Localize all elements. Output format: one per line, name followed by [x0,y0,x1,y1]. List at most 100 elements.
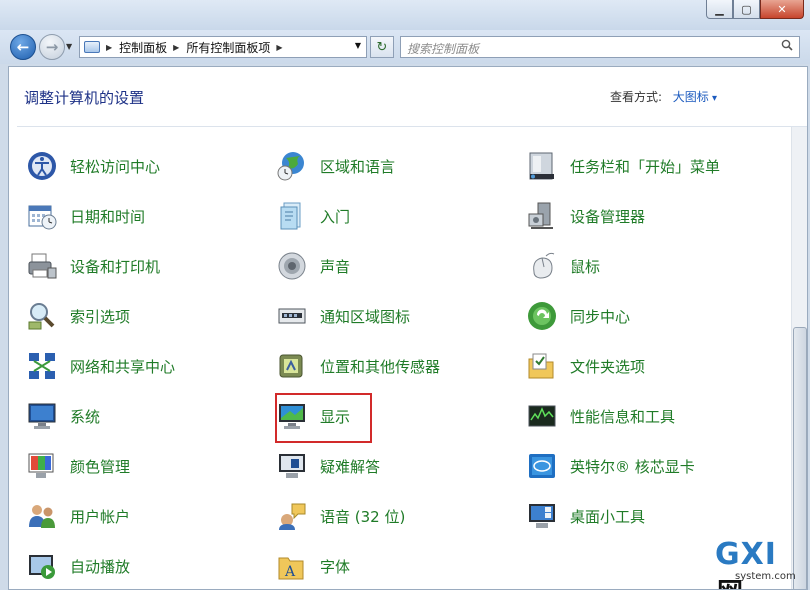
arrow-left-icon: ← [16,38,30,56]
item-label: 性能信息和工具 [570,407,676,426]
arrow-right-icon: → [45,38,59,56]
maximize-icon: ▢ [741,2,752,16]
printer-icon [28,253,57,279]
forward-button[interactable]: → [39,34,65,60]
watermark: GXI网 system.com [709,537,801,589]
item-system[interactable]: 系统 [26,399,266,433]
refresh-icon: ↻ [376,39,388,55]
item-getting-started[interactable]: 入门 [276,199,516,233]
mouse-icon [533,252,555,279]
item-intel-graphics[interactable]: 英特尔® 核芯显卡 [526,449,766,483]
item-sound[interactable]: 声音 [276,249,516,283]
item-troubleshooting[interactable]: 疑难解答 [276,449,516,483]
item-label: 设备和打印机 [70,257,161,276]
control-panel-icon [84,41,100,53]
item-label: 鼠标 [570,257,601,276]
item-region-language[interactable]: 区域和语言 [276,149,516,183]
fonts-icon: A [278,557,304,580]
notification-tray-icon [278,308,306,324]
watermark-brand: GXI [715,537,777,572]
item-speech[interactable]: 语音 (32 位) [276,499,516,533]
item-label: 系统 [70,407,101,426]
item-performance[interactable]: 性能信息和工具 [526,399,766,433]
item-label: 任务栏和「开始」菜单 [570,157,721,176]
folder-options-icon [528,353,554,379]
performance-icon [528,405,556,427]
item-notification-area-icons[interactable]: 通知区域图标 [276,299,516,333]
view-by-label: 查看方式: [609,90,662,104]
item-date-time[interactable]: 日期和时间 [26,199,266,233]
sensor-icon [279,354,303,378]
breadcrumb-control-panel[interactable]: 控制面板 [119,39,167,56]
speaker-icon [278,252,306,280]
close-button[interactable]: ✕ [760,0,804,19]
item-sync-center[interactable]: 同步中心 [526,299,766,333]
item-label: 文件夹选项 [570,357,646,376]
item-label: 日期和时间 [70,207,146,226]
item-user-accounts[interactable]: 用户帐户 [26,499,266,533]
breadcrumb-chevron-icon[interactable]: ▶ [106,43,112,52]
maximize-button[interactable]: ▢ [733,0,760,19]
device-manager-icon [528,202,553,229]
navigation-bar: ← → ▼ ▶ 控制面板 ▶ 所有控制面板项 ▶ ▼ ↻ 搜索控制面板 [0,30,810,64]
item-network-sharing-center[interactable]: 网络和共享中心 [26,349,266,383]
item-color-management[interactable]: 颜色管理 [26,449,266,483]
back-button[interactable]: ← [10,34,36,60]
title-bar: ▁ ▢ ✕ [0,0,810,30]
item-label: 声音 [320,257,351,276]
item-label: 颜色管理 [70,457,131,476]
item-devices-printers[interactable]: 设备和打印机 [26,249,266,283]
getting-started-icon [280,202,301,230]
item-location-sensors[interactable]: 位置和其他传感器 [276,349,516,383]
item-label: 用户帐户 [70,507,131,526]
color-management-icon [28,453,54,478]
item-indexing-options[interactable]: 索引选项 [26,299,266,333]
item-label: 索引选项 [70,307,131,326]
item-label: 设备管理器 [570,207,646,226]
vertical-scrollbar[interactable] [791,127,807,589]
intel-graphics-icon [529,454,555,478]
item-label: 入门 [320,207,351,226]
item-label: 桌面小工具 [570,507,646,526]
item-desktop-gadgets[interactable]: 桌面小工具 [526,499,766,533]
item-label: 网络和共享中心 [70,357,176,376]
speech-icon [279,503,306,530]
window-controls: ▁ ▢ ✕ [706,0,804,19]
item-label: 英特尔® 核芯显卡 [570,457,695,476]
search-input[interactable]: 搜索控制面板 [400,36,800,58]
item-mouse[interactable]: 鼠标 [526,249,766,283]
search-placeholder: 搜索控制面板 [407,42,480,56]
sync-icon [528,302,556,330]
item-ease-of-access[interactable]: 轻松访问中心 [26,149,266,183]
breadcrumb-chevron-icon[interactable]: ▶ [276,43,282,52]
watermark-domain: system.com [735,571,796,582]
ease-of-access-icon [28,152,56,180]
address-bar[interactable]: ▶ 控制面板 ▶ 所有控制面板项 ▶ ▼ [79,36,367,58]
view-mode-dropdown[interactable]: 大图标 [673,88,717,105]
breadcrumb-chevron-icon[interactable]: ▶ [173,43,179,52]
troubleshooting-icon [279,454,305,478]
refresh-button[interactable]: ↻ [370,36,394,58]
autoplay-icon [29,555,55,579]
item-fonts[interactable]: A 字体 [276,549,516,583]
search-icon[interactable] [781,39,793,51]
item-autoplay[interactable]: 自动播放 [26,549,266,583]
display-highlight-box [275,393,372,443]
control-panel-content: 调整计算机的设置 查看方式: 大图标 轻松访问中心 区域和语言 任务栏和「开始」… [8,66,808,590]
close-icon: ✕ [777,2,787,16]
breadcrumb-all-items[interactable]: 所有控制面板项 [186,39,270,56]
item-folder-options[interactable]: 文件夹选项 [526,349,766,383]
item-label: 轻松访问中心 [70,157,161,176]
item-taskbar-start-menu[interactable]: 任务栏和「开始」菜单 [526,149,766,183]
calendar-clock-icon [28,205,57,230]
item-label: 疑难解答 [320,457,381,476]
minimize-button[interactable]: ▁ [706,0,733,19]
system-icon [28,403,56,429]
history-dropdown-button[interactable]: ▼ [66,42,72,51]
item-label: 区域和语言 [320,157,396,176]
item-device-manager[interactable]: 设备管理器 [526,199,766,233]
item-label: 通知区域图标 [320,307,411,326]
user-accounts-icon [29,505,55,528]
globe-clock-icon [277,152,304,181]
address-dropdown-button[interactable]: ▼ [355,41,361,50]
